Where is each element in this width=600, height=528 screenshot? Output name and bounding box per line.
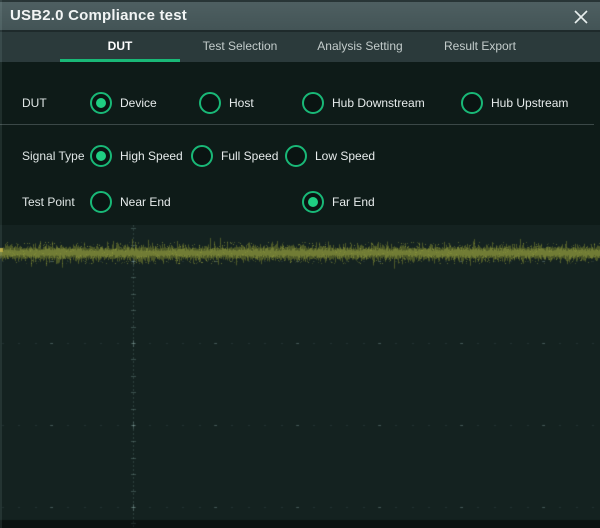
radio-label: Low Speed — [315, 145, 375, 167]
tab-analysis-setting[interactable]: Analysis Setting — [300, 32, 420, 62]
form-row-test-point: Test Point Near End Far End — [0, 191, 600, 213]
dialog-left-edge — [0, 0, 2, 528]
radio-label: Far End — [332, 191, 375, 213]
radio-label: Host — [229, 92, 254, 114]
radio-label: Device — [120, 92, 157, 114]
radio-label: Near End — [120, 191, 171, 213]
tab-dut[interactable]: DUT — [60, 32, 180, 62]
radio-label: Hub Downstream — [332, 92, 425, 114]
radio-circle — [285, 145, 307, 167]
radio-label: Hub Upstream — [491, 92, 568, 114]
usb-compliance-dialog: DUT Device Host Hub Downstream Hub Upstream S… — [0, 0, 600, 528]
radio-circle — [302, 191, 324, 213]
radio-circle — [90, 191, 112, 213]
tab-result-export[interactable]: Result Export — [420, 32, 540, 62]
radio-dot — [96, 98, 106, 108]
tab-bar: DUTTest SelectionAnalysis SettingResult … — [0, 32, 600, 62]
radio-circle — [90, 92, 112, 114]
tab-test-selection[interactable]: Test Selection — [180, 32, 300, 62]
form-row-dut: DUT Device Host Hub Downstream Hub Upstream — [0, 92, 600, 114]
radio-circle — [199, 92, 221, 114]
tabs: DUTTest SelectionAnalysis SettingResult … — [60, 32, 540, 62]
radio-dot — [96, 151, 106, 161]
close-button[interactable] — [571, 7, 591, 27]
dialog-form-area: DUT Device Host Hub Downstream Hub Upstream S… — [0, 62, 600, 225]
form-row-signal-type: Signal Type High Speed Full Speed Low Speed — [0, 145, 600, 167]
close-icon — [573, 9, 589, 25]
dialog-titlebar: USB2.0 Compliance test — [0, 0, 600, 32]
radio-label: Full Speed — [221, 145, 278, 167]
dialog-title: USB2.0 Compliance test — [10, 2, 187, 30]
section-divider — [0, 124, 594, 125]
radio-dot — [308, 197, 318, 207]
radio-circle — [461, 92, 483, 114]
row-label-signal-type: Signal Type — [22, 145, 85, 167]
radio-circle — [302, 92, 324, 114]
radio-label: High Speed — [120, 145, 183, 167]
row-label-dut: DUT — [22, 92, 47, 114]
scope-waveform-display — [0, 225, 600, 528]
radio-circle — [191, 145, 213, 167]
row-label-test-point: Test Point — [22, 191, 75, 213]
radio-circle — [90, 145, 112, 167]
